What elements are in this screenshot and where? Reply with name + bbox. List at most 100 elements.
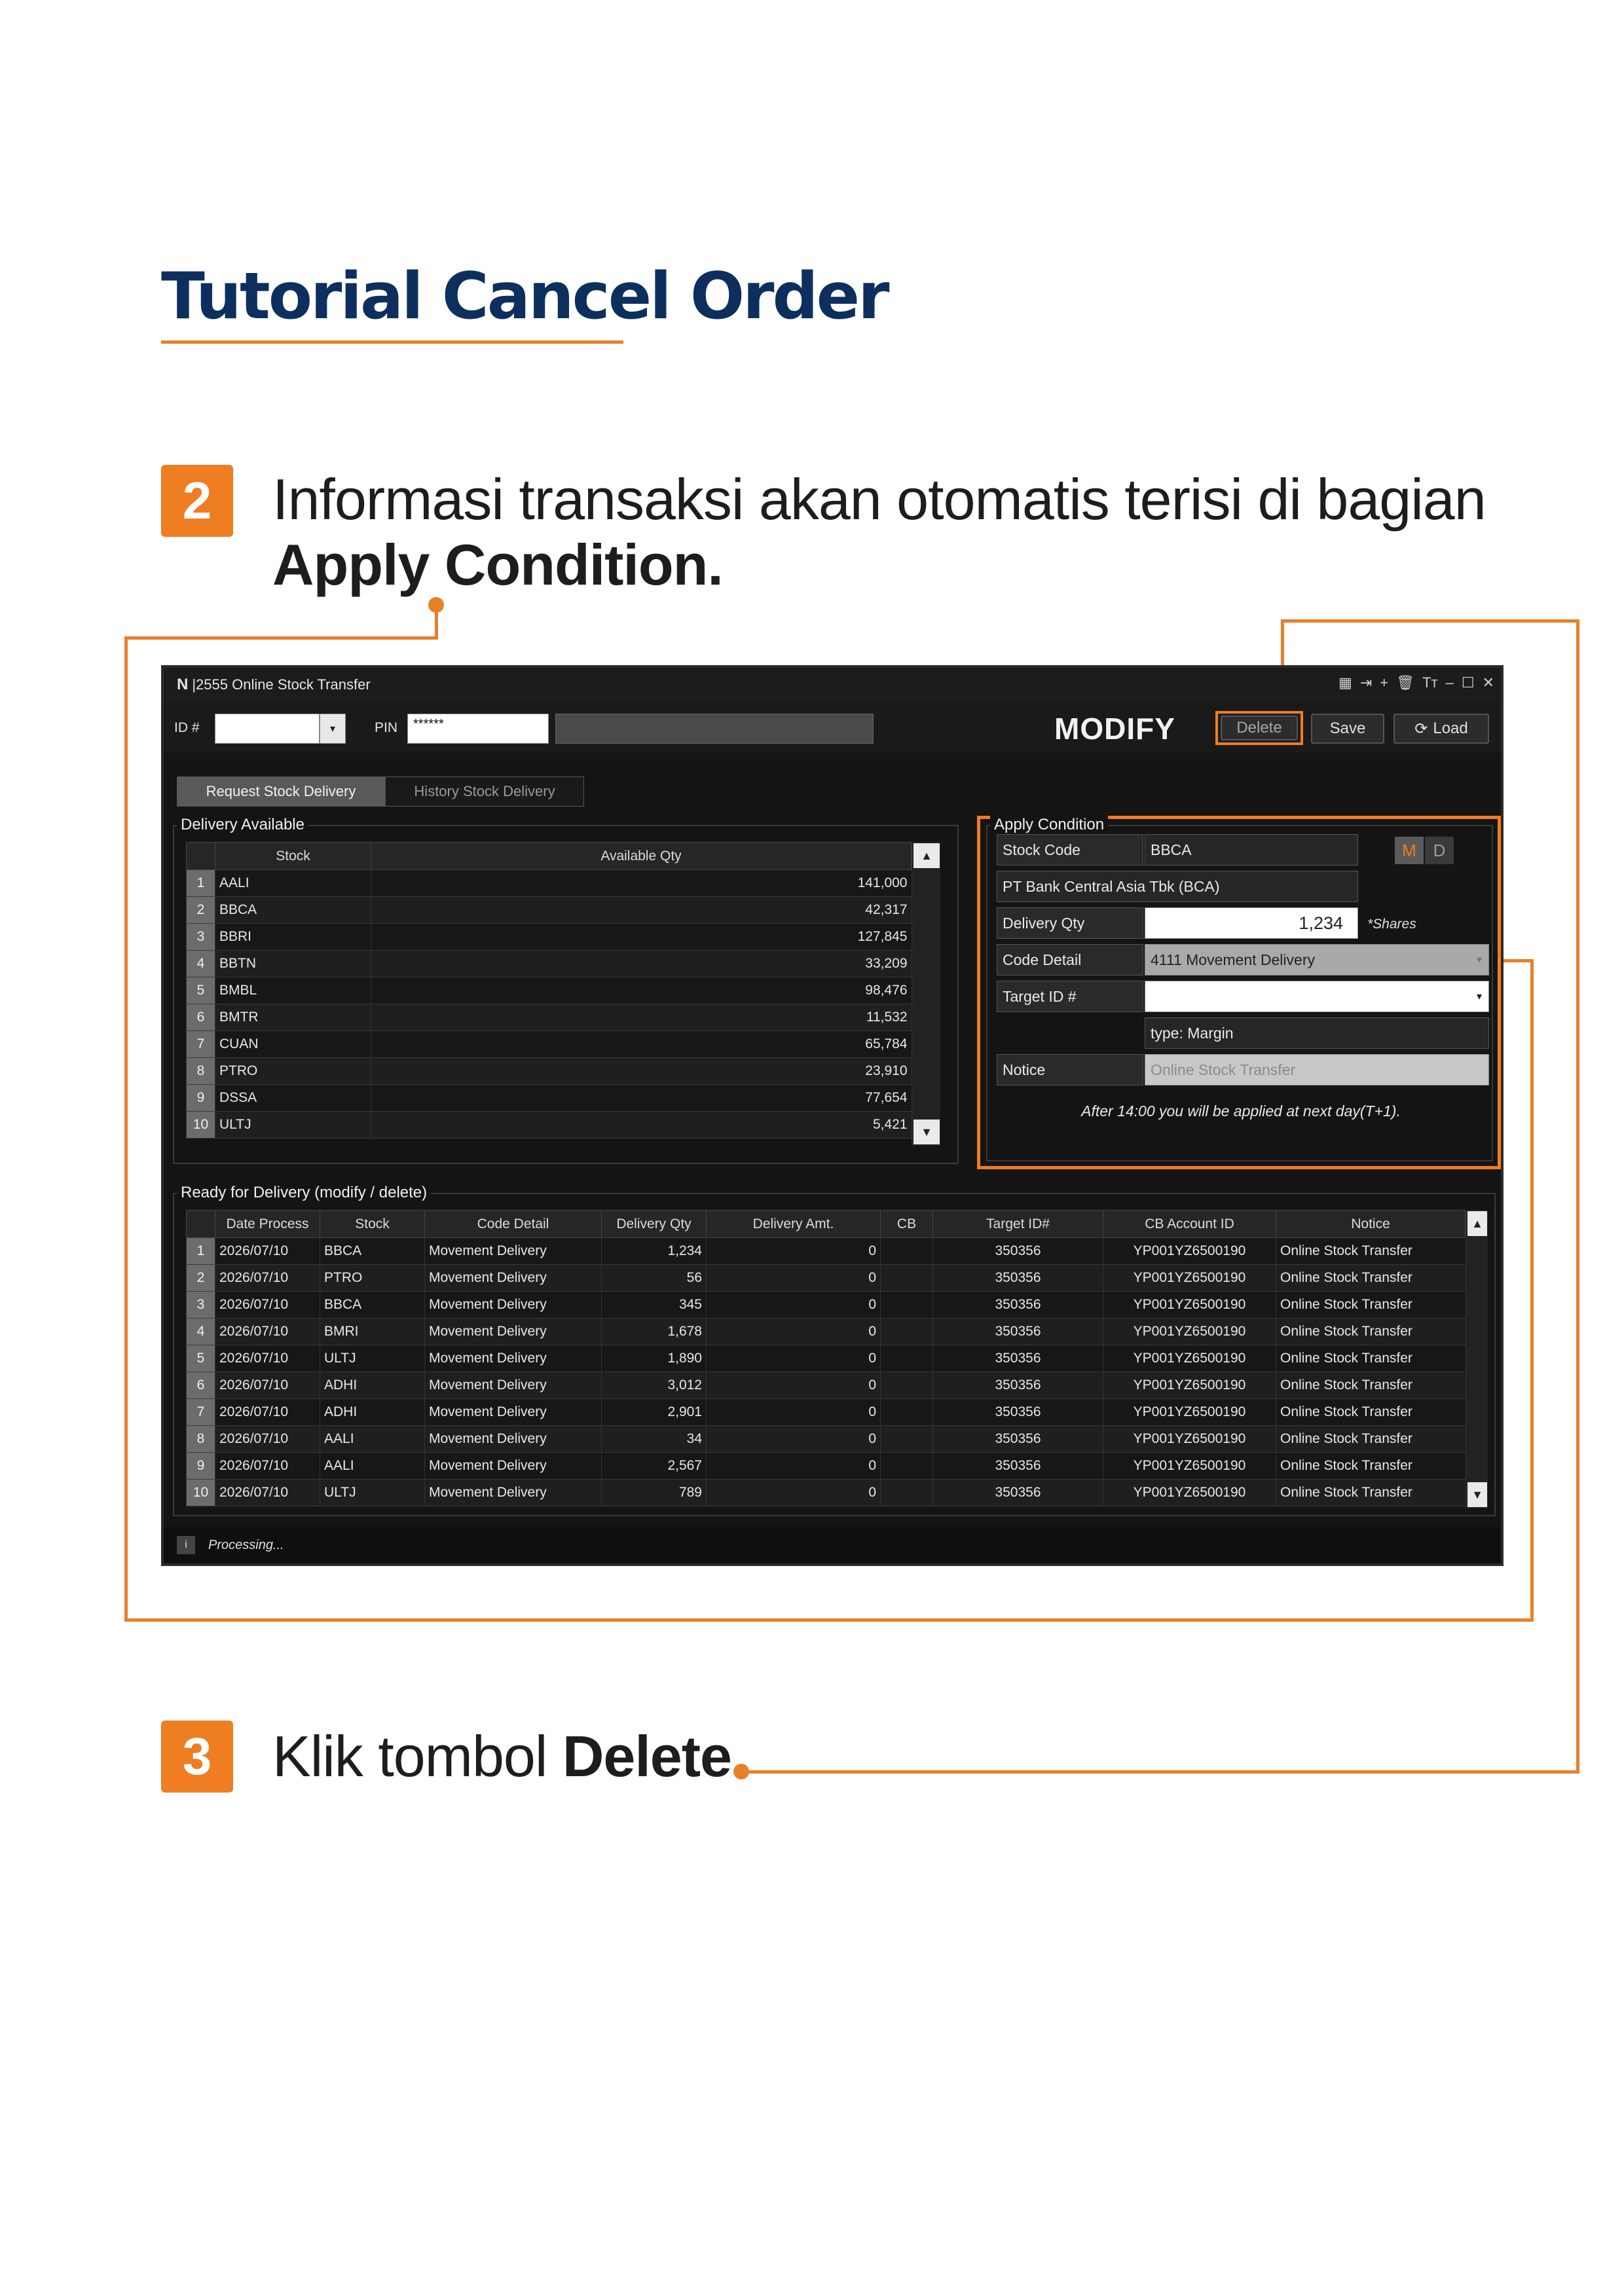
target-id-cell: 350356 — [932, 1318, 1103, 1345]
date-process-cell: 2026/07/10 — [215, 1425, 320, 1453]
notice-cell: Online Stock Transfer — [1276, 1452, 1466, 1480]
date-process-cell: 2026/07/10 — [215, 1479, 320, 1506]
delivery-qty-label: Delivery Qty — [997, 907, 1143, 939]
plus-icon[interactable]: + — [1380, 674, 1388, 691]
close-icon[interactable]: ✕ — [1483, 674, 1494, 691]
id-dropdown-button[interactable]: ▾ — [320, 714, 346, 744]
step-2-connector — [435, 605, 438, 639]
scroll-down-icon[interactable]: ▼ — [913, 1120, 940, 1144]
toolbar: ID # ▾ PIN ****** MODIFY Delete Save ⟳ L… — [164, 702, 1501, 753]
scroll-up-icon[interactable]: ▲ — [1467, 1211, 1487, 1236]
page-title: Tutorial Cancel Order — [161, 259, 889, 334]
table-row[interactable]: 1 2026/07/10 BBCA Movement Delivery 1,234 0 35… — [186, 1237, 1466, 1265]
mode-m-button[interactable]: M — [1395, 837, 1424, 864]
column-header-available-qty: Available Qty — [371, 842, 912, 870]
trash-icon[interactable]: 🗑 — [1396, 674, 1414, 691]
row-number: 10 — [186, 1111, 215, 1139]
table-row[interactable]: 5 BMBL 98,476 — [186, 977, 912, 1004]
table-row[interactable]: 4 2026/07/10 BMRI Movement Delivery 1,678 0 35… — [186, 1318, 1466, 1345]
grid-icon[interactable]: ▦ — [1338, 674, 1352, 691]
date-process-cell: 2026/07/10 — [215, 1291, 320, 1319]
stock-cell: BBRI — [215, 923, 371, 951]
date-process-cell: 2026/07/10 — [215, 1318, 320, 1345]
ready-for-delivery-panel: Ready for Delivery (modify / delete) Dat… — [173, 1184, 1496, 1516]
maximize-icon[interactable]: ☐ — [1462, 674, 1475, 691]
pin-input[interactable]: ****** — [407, 714, 549, 744]
row-number: 3 — [186, 1291, 215, 1319]
row-number: 3 — [186, 923, 215, 951]
table-row[interactable]: 3 BBRI 127,845 — [186, 923, 912, 951]
info-icon: i — [177, 1536, 195, 1554]
table-row[interactable]: 5 2026/07/10 ULTJ Movement Delivery 1,890 0 35… — [186, 1345, 1466, 1372]
delivery-qty-cell: 56 — [601, 1264, 707, 1292]
delivery-qty-input[interactable]: 1,234 — [1145, 907, 1358, 939]
notice-cell: Online Stock Transfer — [1276, 1264, 1466, 1292]
table-row[interactable]: 10 ULTJ 5,421 — [186, 1111, 912, 1139]
notice-cell: Online Stock Transfer — [1276, 1237, 1466, 1265]
cb-account-id-cell: YP001YZ6500190 — [1103, 1318, 1276, 1345]
app-logo: N — [177, 676, 189, 693]
table-row[interactable]: 6 BMTR 11,532 — [186, 1004, 912, 1031]
stock-code-input[interactable]: BBCA — [1145, 834, 1358, 866]
table-row[interactable]: 9 DSSA 77,654 — [186, 1084, 912, 1112]
step-3-badge: 3 — [161, 1721, 233, 1793]
delivery-qty-cell: 34 — [601, 1425, 707, 1453]
stock-cell: ULTJ — [320, 1479, 425, 1506]
target-id-label: Target ID # — [997, 981, 1143, 1012]
table-row[interactable]: 8 PTRO 23,910 — [186, 1057, 912, 1085]
table-row[interactable]: 8 2026/07/10 AALI Movement Delivery 34 0 35035… — [186, 1425, 1466, 1453]
exit-icon[interactable]: ⇥ — [1360, 674, 1372, 691]
table-row[interactable]: 3 2026/07/10 BBCA Movement Delivery 345 0 3503… — [186, 1291, 1466, 1319]
table-row[interactable]: 7 CUAN 65,784 — [186, 1030, 912, 1058]
mode-label: MODIFY — [1054, 712, 1175, 746]
cb-cell — [880, 1398, 933, 1426]
table-row[interactable]: 4 BBTN 33,209 — [186, 950, 912, 977]
status-bar: i Processing... — [164, 1527, 1501, 1563]
delivery-available-scrollbar[interactable]: ▲ ▼ — [912, 842, 940, 1146]
notice-cell: Online Stock Transfer — [1276, 1425, 1466, 1453]
row-number: 4 — [186, 950, 215, 977]
row-number: 7 — [186, 1398, 215, 1426]
ready-for-delivery-scrollbar[interactable]: ▲ ▼ — [1466, 1210, 1488, 1508]
code-detail-cell: Movement Delivery — [424, 1425, 602, 1453]
tab-history-stock-delivery[interactable]: History Stock Delivery — [385, 776, 584, 807]
save-button[interactable]: Save — [1311, 714, 1384, 744]
delivery-qty-cell: 1,234 — [601, 1237, 707, 1265]
cb-account-id-cell: YP001YZ6500190 — [1103, 1425, 1276, 1453]
table-row[interactable]: 2 BBCA 42,317 — [186, 896, 912, 924]
shares-unit: *Shares — [1367, 917, 1416, 932]
table-row[interactable]: 7 2026/07/10 ADHI Movement Delivery 2,901 0 35… — [186, 1398, 1466, 1426]
font-size-icon[interactable]: Tт — [1422, 674, 1438, 691]
mode-d-button[interactable]: D — [1425, 837, 1454, 864]
step-2-connector — [1530, 959, 1534, 1622]
step-3-text: Klik tombol Delete. — [272, 1723, 747, 1790]
step-3-text-plain: Klik tombol — [272, 1724, 547, 1789]
load-button[interactable]: ⟳ Load — [1393, 714, 1489, 744]
code-detail-cell: Movement Delivery — [424, 1237, 602, 1265]
delete-button[interactable]: Delete — [1221, 716, 1298, 740]
notice-input[interactable]: Online Stock Transfer — [1145, 1054, 1489, 1085]
stock-cell: PTRO — [215, 1057, 371, 1085]
target-id-select[interactable]: ▾ — [1145, 981, 1489, 1012]
notice-cell: Online Stock Transfer — [1276, 1398, 1466, 1426]
minimize-icon[interactable]: – — [1446, 674, 1454, 691]
tab-request-stock-delivery[interactable]: Request Stock Delivery — [177, 776, 385, 807]
step-2-connector — [124, 1618, 1534, 1622]
table-row[interactable]: 10 2026/07/10 ULTJ Movement Delivery 789 0 350… — [186, 1479, 1466, 1506]
code-detail-select[interactable]: 4111 Movement Delivery ▾ — [1145, 944, 1489, 975]
column-header-date-process: Date Process — [215, 1210, 320, 1238]
table-row[interactable]: 2 2026/07/10 PTRO Movement Delivery 56 0 35035… — [186, 1264, 1466, 1292]
stock-cell: BBCA — [320, 1237, 425, 1265]
code-detail-cell: Movement Delivery — [424, 1479, 602, 1506]
code-detail-cell: Movement Delivery — [424, 1318, 602, 1345]
scroll-up-icon[interactable]: ▲ — [913, 843, 940, 868]
scroll-down-icon[interactable]: ▼ — [1467, 1482, 1487, 1507]
table-row[interactable]: 1 AALI 141,000 — [186, 869, 912, 897]
id-input[interactable] — [215, 714, 320, 744]
column-header-cb: CB — [880, 1210, 933, 1238]
delivery-qty-cell: 345 — [601, 1291, 707, 1319]
window-titlebar: N |2555 Online Stock Transfer ▦ ⇥ + 🗑 Tт… — [164, 668, 1501, 702]
available-qty-cell: 33,209 — [371, 950, 912, 977]
table-row[interactable]: 9 2026/07/10 AALI Movement Delivery 2,567 0 35… — [186, 1452, 1466, 1480]
table-row[interactable]: 6 2026/07/10 ADHI Movement Delivery 3,012 0 35… — [186, 1372, 1466, 1399]
